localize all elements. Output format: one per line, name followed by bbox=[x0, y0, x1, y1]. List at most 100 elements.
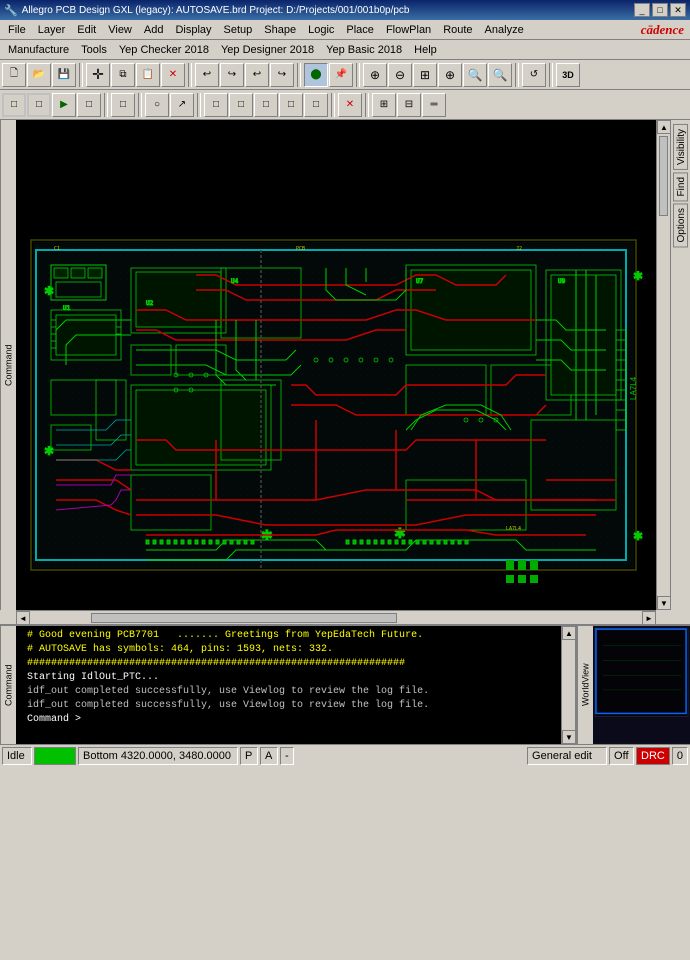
drc-label: DRC bbox=[641, 750, 665, 762]
scroll-left-arrow[interactable]: ◄ bbox=[16, 611, 30, 625]
minimize-button[interactable]: _ bbox=[634, 3, 650, 17]
svg-text:U7: U7 bbox=[416, 278, 424, 285]
svg-text:✱: ✱ bbox=[44, 284, 54, 298]
tb2-btn11[interactable]: □ bbox=[254, 93, 278, 117]
status-a[interactable]: A bbox=[260, 747, 278, 765]
tb2-equal[interactable]: ═ bbox=[422, 93, 446, 117]
console-scrollbar[interactable]: ▲ ▼ bbox=[561, 626, 575, 744]
menu-yep-designer[interactable]: Yep Designer 2018 bbox=[215, 42, 320, 58]
tb2-play[interactable]: ▶ bbox=[52, 93, 76, 117]
tb2-sep-4 bbox=[331, 93, 335, 117]
dash-label: - bbox=[285, 750, 289, 762]
console-line-3: ########################################… bbox=[21, 657, 556, 671]
tb-paste[interactable]: 📋 bbox=[136, 63, 160, 87]
menu-tools[interactable]: Tools bbox=[75, 42, 113, 58]
vertical-scrollbar[interactable]: ▲ ▼ bbox=[656, 120, 670, 610]
tb-ratsnest[interactable]: ⬤ bbox=[304, 63, 328, 87]
tb-undo[interactable]: ↩ bbox=[195, 63, 219, 87]
tb-save[interactable]: 💾 bbox=[52, 63, 76, 87]
tb2-square1[interactable]: □ bbox=[2, 93, 26, 117]
tb2-square4[interactable]: □ bbox=[111, 93, 135, 117]
svg-text:U9: U9 bbox=[558, 278, 566, 285]
worldview-container: WorldView bbox=[575, 626, 690, 744]
menu-display[interactable]: Display bbox=[169, 22, 217, 38]
menu-logic[interactable]: Logic bbox=[302, 22, 340, 38]
tb-zoom-all[interactable]: 🔍 bbox=[463, 63, 487, 87]
tb2-btn9[interactable]: □ bbox=[204, 93, 228, 117]
console-line-2: # AUTOSAVE has symbols: 464, pins: 1593,… bbox=[21, 643, 556, 657]
tb2-circle[interactable]: ○ bbox=[145, 93, 169, 117]
tb-sep-1 bbox=[79, 63, 83, 87]
find-tab[interactable]: Find bbox=[673, 172, 688, 201]
tb-zoom-fit[interactable]: ⊞ bbox=[413, 63, 437, 87]
tb-zoom-out[interactable]: ⊖ bbox=[388, 63, 412, 87]
svg-text:✱: ✱ bbox=[633, 529, 643, 543]
console-scroll-down[interactable]: ▼ bbox=[562, 730, 576, 744]
menu-analyze[interactable]: Analyze bbox=[479, 22, 530, 38]
svg-text:✱: ✱ bbox=[633, 269, 643, 283]
status-p[interactable]: P bbox=[240, 747, 258, 765]
tb-undo2[interactable]: ↩ bbox=[245, 63, 269, 87]
menu-help[interactable]: Help bbox=[408, 42, 443, 58]
tb-refresh[interactable]: ↺ bbox=[522, 63, 546, 87]
status-drc[interactable]: DRC bbox=[636, 747, 670, 765]
left-sidebar: Command bbox=[0, 120, 16, 610]
a-label: A bbox=[265, 750, 272, 762]
svg-text:✱: ✱ bbox=[394, 525, 406, 541]
menu-add[interactable]: Add bbox=[138, 22, 170, 38]
close-button[interactable]: ✕ bbox=[670, 3, 686, 17]
tb2-square3[interactable]: □ bbox=[77, 93, 101, 117]
tb2-grid1[interactable]: ⊞ bbox=[372, 93, 396, 117]
menu-flowplan[interactable]: FlowPlan bbox=[380, 22, 437, 38]
tb2-btn12[interactable]: □ bbox=[279, 93, 303, 117]
console-line-7: Command > bbox=[21, 713, 556, 727]
menu-file[interactable]: File bbox=[2, 22, 32, 38]
tb2-sep-3 bbox=[197, 93, 201, 117]
tb-copy[interactable]: ⧉ bbox=[111, 63, 135, 87]
title-bar-left: 🔧 Allegro PCB Design GXL (legacy): AUTOS… bbox=[4, 4, 409, 17]
menu-edit[interactable]: Edit bbox=[71, 22, 102, 38]
menu-yep-checker[interactable]: Yep Checker 2018 bbox=[113, 42, 215, 58]
tb2-arrow[interactable]: ↗ bbox=[170, 93, 194, 117]
visibility-tab[interactable]: Visibility bbox=[673, 124, 688, 170]
menu-yep-basic[interactable]: Yep Basic 2018 bbox=[320, 42, 408, 58]
scroll-up-arrow[interactable]: ▲ bbox=[657, 120, 671, 134]
tb-redo2[interactable]: ↪ bbox=[270, 63, 294, 87]
tb-open[interactable]: 📂 bbox=[27, 63, 51, 87]
tb2-cross[interactable]: ✕ bbox=[338, 93, 362, 117]
worldview-map[interactable] bbox=[593, 626, 690, 744]
tb2-square2[interactable]: □ bbox=[27, 93, 51, 117]
tb-crosshair[interactable]: ✛ bbox=[86, 63, 110, 87]
status-green-indicator bbox=[34, 747, 76, 765]
scroll-down-arrow[interactable]: ▼ bbox=[657, 596, 671, 610]
position-label: Bottom 4320.0000, 3480.0000 bbox=[83, 750, 231, 762]
menu-setup[interactable]: Setup bbox=[218, 22, 259, 38]
tb-delete[interactable]: ✕ bbox=[161, 63, 185, 87]
scroll-right-arrow[interactable]: ► bbox=[642, 611, 656, 625]
tb-zoom-in[interactable]: ⊕ bbox=[363, 63, 387, 87]
toolbar-2: □ □ ▶ □ □ ○ ↗ □ □ □ □ □ ✕ ⊞ ⊟ ═ bbox=[0, 90, 690, 120]
menu-view[interactable]: View bbox=[102, 22, 138, 38]
options-tab[interactable]: Options bbox=[673, 203, 688, 247]
tb-pin[interactable]: 📌 bbox=[329, 63, 353, 87]
console-scroll-up[interactable]: ▲ bbox=[562, 626, 576, 640]
tb-zoom-area[interactable]: ⊕ bbox=[438, 63, 462, 87]
tb2-grid2[interactable]: ⊟ bbox=[397, 93, 421, 117]
status-bar: Idle Bottom 4320.0000, 3480.0000 P A - G… bbox=[0, 744, 690, 766]
menu-place[interactable]: Place bbox=[340, 22, 380, 38]
horizontal-scrollbar[interactable]: ◄ ► bbox=[16, 610, 656, 624]
tb2-btn10[interactable]: □ bbox=[229, 93, 253, 117]
menu-shape[interactable]: Shape bbox=[258, 22, 302, 38]
menu-manufacture[interactable]: Manufacture bbox=[2, 42, 75, 58]
maximize-button[interactable]: □ bbox=[652, 3, 668, 17]
toolbar-1: 🗋 📂 💾 ✛ ⧉ 📋 ✕ ↩ ↪ ↩ ↪ ⬤ 📌 ⊕ ⊖ ⊞ ⊕ 🔍 🔍 ↺ … bbox=[0, 60, 690, 90]
menu-layer[interactable]: Layer bbox=[32, 22, 72, 38]
tb-zoom-prev[interactable]: 🔍 bbox=[488, 63, 512, 87]
tb-redo[interactable]: ↪ bbox=[220, 63, 244, 87]
tb-3d[interactable]: 3D bbox=[556, 63, 580, 87]
pcb-canvas[interactable]: ✱ ✱ ✱ ✱ ✱ ✱ ✱ bbox=[16, 120, 656, 610]
status-zero: 0 bbox=[672, 747, 688, 765]
tb-new[interactable]: 🗋 bbox=[2, 63, 26, 87]
menu-route[interactable]: Route bbox=[437, 22, 478, 38]
tb2-btn13[interactable]: □ bbox=[304, 93, 328, 117]
